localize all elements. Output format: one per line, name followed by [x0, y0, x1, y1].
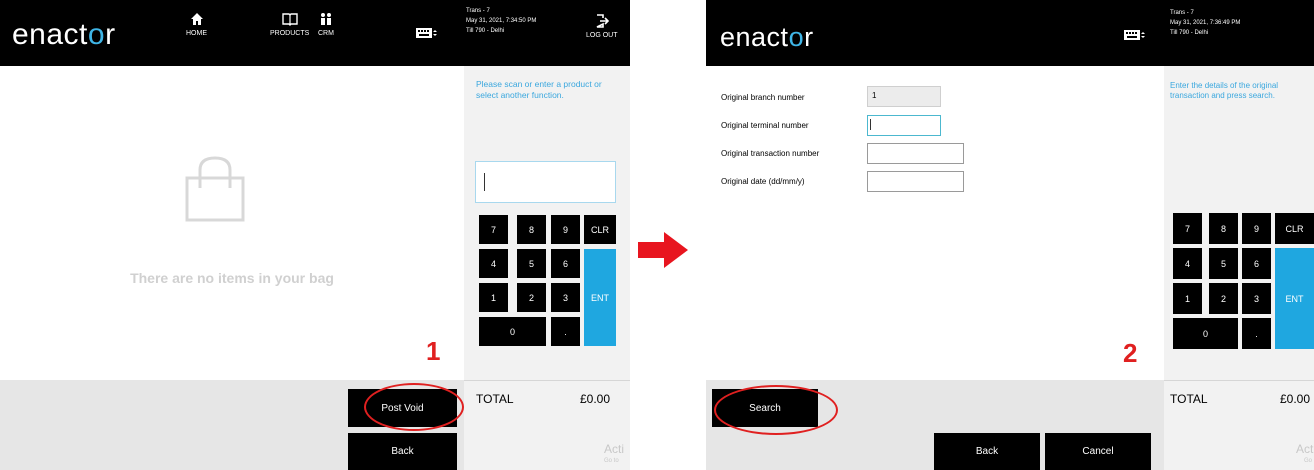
keyboard-icon[interactable]: [416, 26, 438, 44]
key-8[interactable]: 8: [1209, 213, 1238, 244]
total-divider: [1164, 380, 1314, 381]
date-label: Original date (dd/mm/y): [721, 177, 805, 186]
terminal-input[interactable]: [867, 115, 941, 136]
empty-bag-message: There are no items in your bag: [130, 270, 334, 286]
branch-input[interactable]: 1: [867, 86, 941, 107]
step-number-1: 1: [426, 336, 441, 366]
shopping-bag-icon: [185, 156, 245, 222]
nav-home[interactable]: HOME: [186, 12, 207, 37]
key-7[interactable]: 7: [479, 215, 508, 244]
users-icon: [320, 13, 331, 25]
total-divider: [464, 380, 630, 381]
branch-label: Original branch number: [721, 93, 805, 102]
total-value: £0.00: [1280, 392, 1311, 406]
text-cursor: [870, 119, 871, 130]
nav-crm[interactable]: CRM: [318, 12, 334, 37]
back-button[interactable]: Back: [348, 433, 457, 470]
key-7[interactable]: 7: [1173, 213, 1202, 244]
key-3[interactable]: 3: [551, 283, 580, 312]
activation-watermark: Acti: [1296, 442, 1314, 456]
key-1[interactable]: 1: [479, 283, 508, 312]
key-6[interactable]: 6: [551, 249, 580, 278]
key-6[interactable]: 6: [1242, 248, 1271, 279]
header-bar: enactor HOME PRODUCTS CRM Trans - 7 May …: [0, 0, 630, 66]
key-dot[interactable]: .: [551, 317, 580, 346]
bag-area: There are no items in your bag: [0, 66, 464, 380]
annotation-circle: [364, 383, 464, 431]
nav-products[interactable]: PRODUCTS: [270, 12, 309, 37]
prompt-text: Please scan or enter a product or select…: [476, 79, 602, 100]
logout-icon: [596, 14, 609, 28]
key-0[interactable]: 0: [1173, 318, 1238, 349]
transaction-info: Trans - 7 May 31, 2021, 7:36:49 PM Till …: [1170, 10, 1241, 36]
key-5[interactable]: 5: [517, 249, 546, 278]
home-icon: [190, 13, 203, 25]
cancel-button[interactable]: Cancel: [1045, 433, 1151, 470]
key-clr[interactable]: CLR: [1275, 213, 1314, 244]
book-icon: [281, 13, 298, 26]
key-5[interactable]: 5: [1209, 248, 1238, 279]
key-ent[interactable]: ENT: [584, 249, 616, 346]
key-clr[interactable]: CLR: [584, 215, 616, 244]
key-dot[interactable]: .: [1242, 318, 1271, 349]
header-bar: enactor Trans - 7 May 31, 2021, 7:36:49 …: [706, 0, 1314, 66]
transaction-label: Original transaction number: [721, 149, 820, 158]
prompt-text: Enter the details of the original transa…: [1170, 81, 1279, 100]
enactor-logo: enactor: [12, 18, 116, 51]
activation-watermark: Acti: [604, 442, 625, 456]
annotation-circle: [714, 385, 838, 435]
key-4[interactable]: 4: [479, 249, 508, 278]
total-value: £0.00: [580, 392, 611, 406]
key-4[interactable]: 4: [1173, 248, 1202, 279]
key-3[interactable]: 3: [1242, 283, 1271, 314]
key-8[interactable]: 8: [517, 215, 546, 244]
screen-2: enactor Trans - 7 May 31, 2021, 7:36:49 …: [706, 0, 1314, 470]
step-number-2: 2: [1123, 338, 1138, 368]
date-input[interactable]: [867, 171, 964, 192]
total-label: TOTAL: [476, 392, 514, 406]
logout-button[interactable]: LOG OUT: [586, 14, 618, 39]
key-2[interactable]: 2: [517, 283, 546, 312]
key-0[interactable]: 0: [479, 317, 546, 346]
transaction-info: Trans - 7 May 31, 2021, 7:34:50 PM Till …: [466, 8, 537, 34]
product-input[interactable]: [475, 161, 616, 203]
key-ent[interactable]: ENT: [1275, 248, 1314, 349]
key-9[interactable]: 9: [551, 215, 580, 244]
transaction-input[interactable]: [867, 143, 964, 164]
enactor-logo: enactor: [720, 22, 814, 52]
key-1[interactable]: 1: [1173, 283, 1202, 314]
activation-watermark-sub: Go: [1304, 458, 1313, 464]
key-2[interactable]: 2: [1209, 283, 1238, 314]
screen-1: enactor HOME PRODUCTS CRM Trans - 7 May …: [0, 0, 630, 470]
back-button[interactable]: Back: [934, 433, 1040, 470]
arrow-right-icon: [638, 232, 688, 268]
total-label: TOTAL: [1170, 392, 1208, 406]
terminal-label: Original terminal number: [721, 121, 809, 130]
key-9[interactable]: 9: [1242, 213, 1271, 244]
activation-watermark-sub: Go to: [604, 458, 619, 464]
keyboard-icon[interactable]: [1124, 28, 1146, 46]
